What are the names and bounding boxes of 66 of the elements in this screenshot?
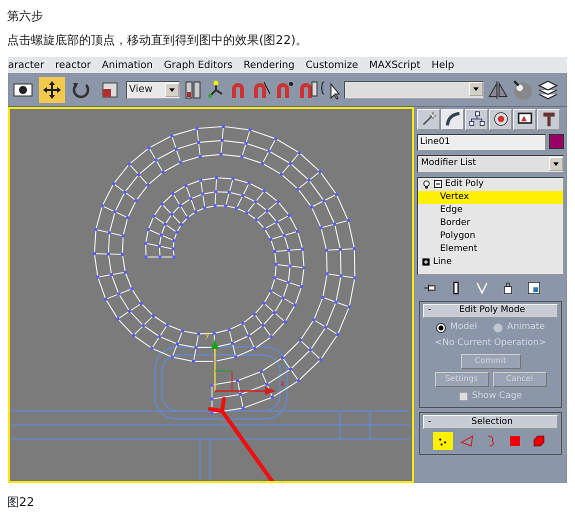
stack-item[interactable]: Border [418,216,563,230]
panel-tab[interactable] [489,108,512,130]
hierarchy-icon [468,111,484,128]
wand-icon [420,111,436,128]
caret-icon [472,84,480,93]
polygon-icon [508,434,522,448]
menu-item[interactable]: Rendering [244,58,295,73]
menu-item[interactable]: Customize [306,58,358,73]
menu-item[interactable]: Graph Editors [164,58,233,73]
rollout-header[interactable]: - Edit Poly Mode [423,304,558,318]
menu-item[interactable]: Animation [102,58,153,73]
operation-status: <No Current Operation> [434,337,546,350]
rollout-header[interactable]: - Selection [423,415,558,430]
stack-item[interactable]: Vertex [418,190,563,204]
collapse-icon [434,180,442,188]
tool-button[interactable] [39,76,65,103]
checkbox-icon [458,392,468,402]
element-icon [532,434,546,448]
expand-icon [422,258,430,266]
material-sphere-icon [512,78,534,101]
layers-icon [537,78,559,101]
instruction-text: 点击螺旋底部的顶点，移动直到得到图中的效果(图22)。 [6,33,309,48]
remove-modifier-icon [501,280,515,295]
caret-icon [168,86,176,94]
menu-item[interactable]: reactor [55,58,91,73]
figure-caption: 图22 [6,494,36,511]
stack-item[interactable]: Edit Poly [418,178,563,191]
angle-snap-icon [252,80,272,100]
named-selection-dropdown[interactable] [344,80,484,99]
panel-tab[interactable] [417,108,440,130]
panel-tab[interactable] [513,108,536,130]
motion-icon [492,111,508,128]
edit-named-selection-icon [321,80,341,100]
light-bulb-icon [422,180,431,189]
edge-icon [460,434,474,448]
curve-icon [444,111,460,128]
percent-snap-icon [275,80,295,100]
stack-item[interactable]: Element [418,242,563,256]
selection-filter-icon [183,80,203,100]
transform-gizmo-drawing [211,338,276,395]
menu-item[interactable]: aracter [8,58,44,73]
radio-icon [493,322,504,333]
panel-tab[interactable] [441,108,464,130]
modifier-list-dropdown[interactable]: Modifier List [417,154,564,173]
panel-tab[interactable] [537,108,560,130]
stack-item[interactable]: Line [418,256,563,269]
configure-sets-icon [527,280,541,295]
subobject-level-button[interactable] [432,432,452,450]
stack-item[interactable]: Edge [418,204,563,217]
object-name-field[interactable]: Line01 [417,134,546,151]
caret-icon [552,160,560,168]
stack-item[interactable]: Polygon [418,230,563,243]
make-unique-icon [475,280,489,295]
radio-icon [436,322,446,333]
modifier-stack[interactable]: Edit Poly Vertex Edge Border Polygon Element Line [417,176,564,275]
hammer-icon [540,111,556,128]
move-icon [42,80,62,100]
object-color-swatch[interactable] [549,134,564,149]
menu-item[interactable]: Help [431,58,454,73]
mirror-icon [487,78,509,101]
scale-icon [100,80,120,100]
spinner-snap-icon [298,80,318,100]
step-heading: 第六步 [6,9,44,24]
coordinate-dropdown[interactable]: View [126,80,180,99]
menu-item[interactable]: MAXScript [369,58,420,73]
panel-tab[interactable] [465,108,488,130]
